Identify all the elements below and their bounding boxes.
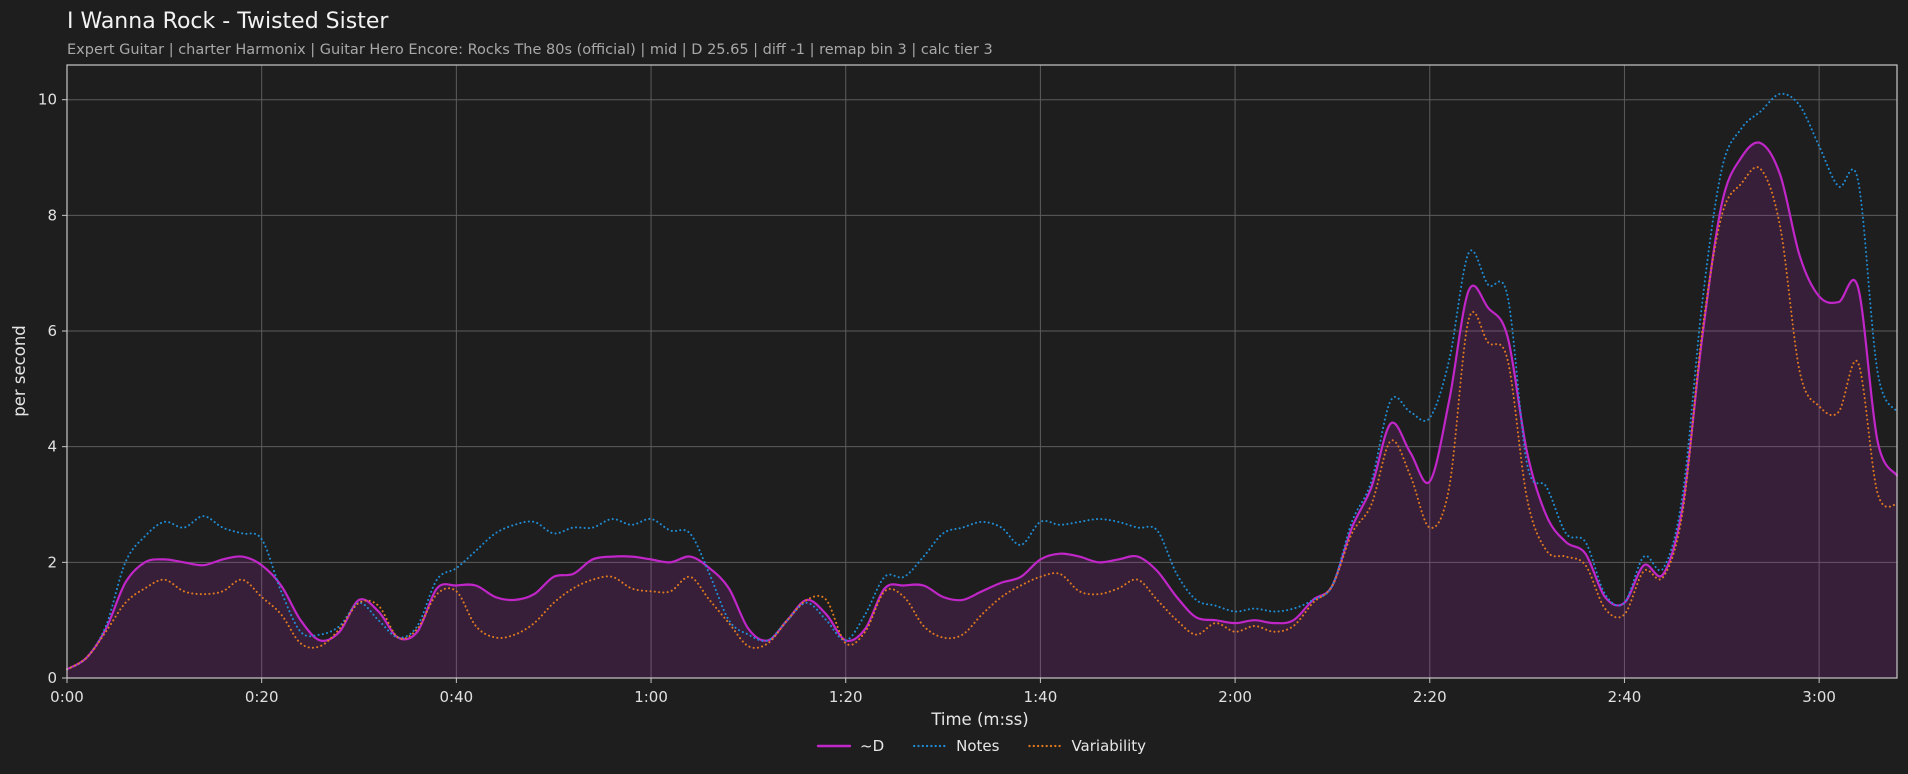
y-tick-label: 0 [47, 669, 57, 687]
x-tick-label: 2:40 [1608, 688, 1642, 706]
series-line-notes [66, 92, 1898, 671]
legend-label-d: ~D [860, 737, 884, 755]
x-tick-label: 3:00 [1802, 688, 1836, 706]
plot-area-frame [66, 64, 1898, 679]
legend-label-variability: Variability [1071, 737, 1146, 755]
x-tick-label: 0:00 [50, 688, 84, 706]
y-tick-label: 4 [47, 438, 57, 456]
x-tick-label: 2:00 [1218, 688, 1252, 706]
legend-label-notes: Notes [956, 737, 1000, 755]
series-fills [67, 142, 1897, 678]
y-axis-label: per second [10, 325, 29, 417]
x-tick-label: 0:20 [245, 688, 279, 706]
legend: ~D Notes Variability [816, 737, 1146, 755]
chart-canvas: I Wanna Rock - Twisted Sister Expert Gui… [10, 9, 1899, 755]
y-axis-ticks: 0 2 4 6 8 10 [38, 91, 67, 687]
y-tick-label: 10 [38, 91, 57, 109]
x-tick-label: 1:00 [634, 688, 668, 706]
y-tick-label: 8 [47, 206, 57, 224]
chart-subtitle: Expert Guitar | charter Harmonix | Guita… [67, 42, 993, 58]
x-axis-label: Time (m:ss) [930, 710, 1028, 729]
y-tick-label: 6 [47, 322, 57, 340]
y-tick-label: 2 [47, 553, 57, 571]
series-line-d [65, 141, 1899, 671]
x-tick-label: 0:40 [440, 688, 474, 706]
x-tick-label: 2:20 [1413, 688, 1447, 706]
x-tick-label: 1:40 [1024, 688, 1058, 706]
grid [66, 65, 1897, 679]
series-area-d [67, 142, 1897, 678]
series-lines [65, 92, 1899, 671]
chart-title: I Wanna Rock - Twisted Sister [67, 9, 389, 34]
x-tick-label: 1:20 [829, 688, 863, 706]
x-axis-ticks: 0:00 0:20 0:40 1:00 1:20 1:40 2:00 2:20 2:40 3:00 [50, 678, 1836, 706]
